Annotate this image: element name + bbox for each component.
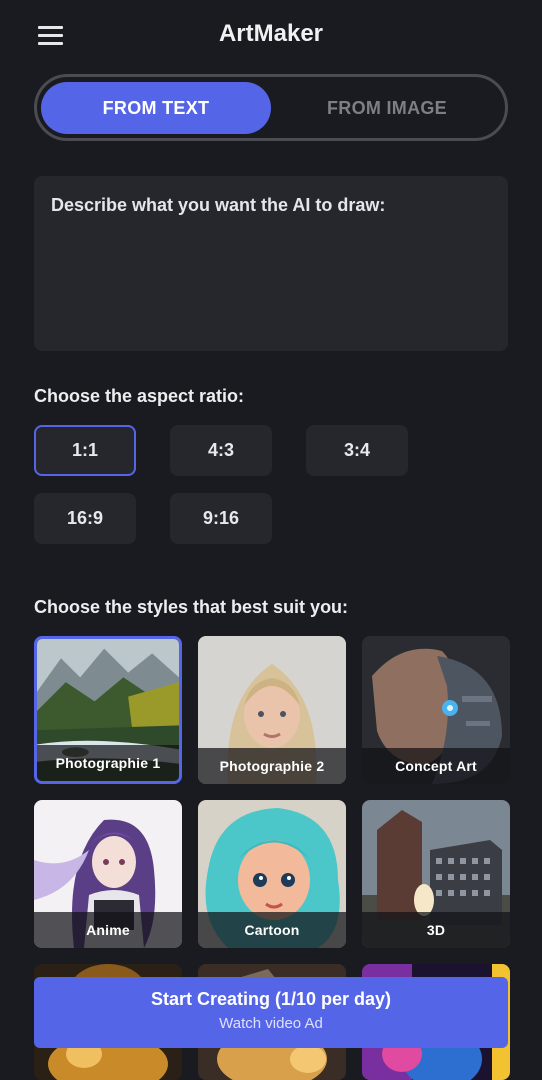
style-tile-photographie-2[interactable]: Photographie 2 <box>198 636 346 784</box>
style-caption: Photographie 2 <box>198 748 346 784</box>
styles-label: Choose the styles that best suit you: <box>34 597 349 617</box>
start-creating-button[interactable]: Start Creating (1/10 per day) Watch vide… <box>34 977 508 1048</box>
aspect-option-3-4[interactable]: 3:4 <box>306 425 408 476</box>
style-tile-concept-art[interactable]: Concept Art <box>362 636 510 784</box>
style-caption: Photographie 1 <box>37 745 179 781</box>
aspect-option-16-9[interactable]: 16:9 <box>34 493 136 544</box>
aspect-option-4-3[interactable]: 4:3 <box>170 425 272 476</box>
style-caption: Cartoon <box>198 912 346 948</box>
artmaker-screen: ArtMaker FROM TEXT FROM IMAGE Describe w… <box>0 0 542 1080</box>
prompt-input[interactable]: Describe what you want the AI to draw: <box>34 176 508 351</box>
aspect-ratio-label: Choose the aspect ratio: <box>34 386 245 406</box>
style-tile-anime[interactable]: Anime <box>34 800 182 948</box>
aspect-option-1-1[interactable]: 1:1 <box>34 425 136 476</box>
top-app-bar: ArtMaker <box>0 0 542 72</box>
app-title: ArtMaker <box>218 20 324 47</box>
mode-segmented-control: FROM TEXT FROM IMAGE <box>34 74 508 141</box>
aspect-option-9-16[interactable]: 9:16 <box>170 493 272 544</box>
cta-subtitle: Watch video Ad <box>219 1015 323 1032</box>
style-tile-3d[interactable]: 3D <box>362 800 510 948</box>
style-caption: Concept Art <box>362 748 510 784</box>
tab-from-text[interactable]: FROM TEXT <box>41 82 271 134</box>
style-caption: Anime <box>34 912 182 948</box>
style-caption: 3D <box>362 912 510 948</box>
prompt-placeholder: Describe what you want the AI to draw: <box>51 195 386 215</box>
style-tile-photographie-1[interactable]: Photographie 1 <box>34 636 182 784</box>
style-tile-cartoon[interactable]: Cartoon <box>198 800 346 948</box>
tab-from-image[interactable]: FROM IMAGE <box>273 82 501 134</box>
cta-title: Start Creating (1/10 per day) <box>150 989 392 1009</box>
